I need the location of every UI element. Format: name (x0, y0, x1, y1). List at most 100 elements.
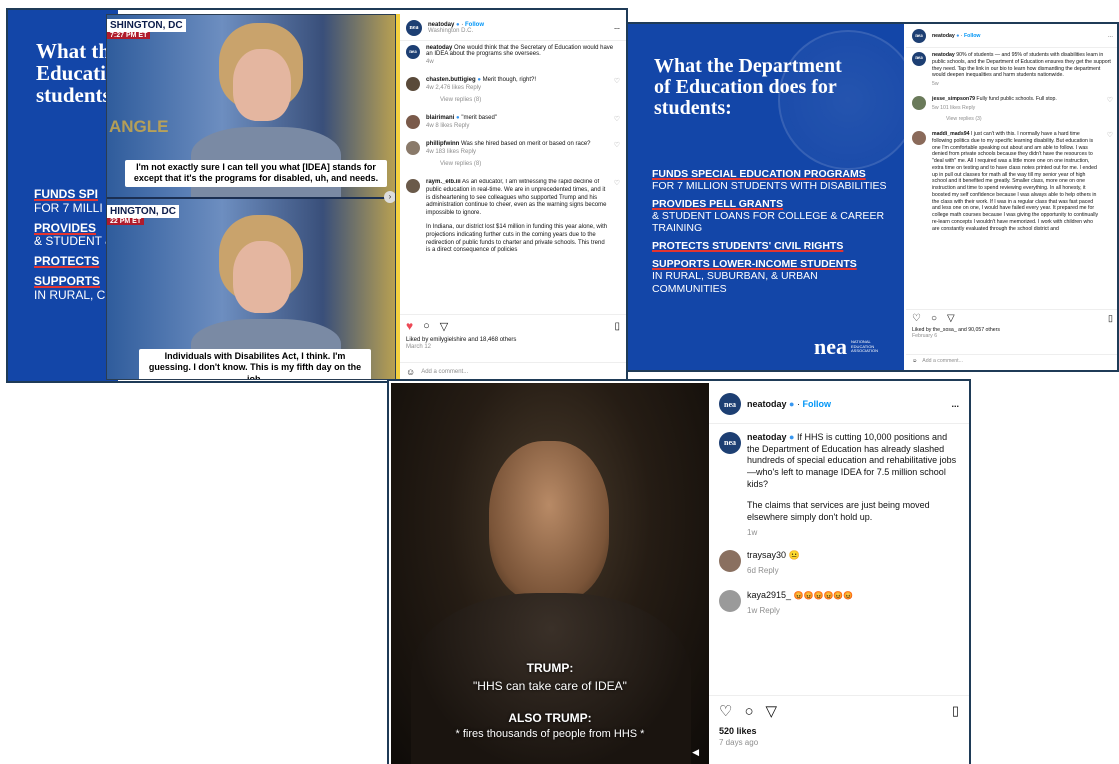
post-actions: ♥ ○ ▽ ▯ Liked by emilygielshire and 18,4… (400, 314, 626, 354)
profile-avatar[interactable] (406, 179, 420, 193)
post-actions: ♡ ○ ▽ ▯ 520 likes 7 days ago (709, 695, 969, 753)
like-icon[interactable]: ♡ (719, 702, 732, 720)
share-icon[interactable]: ▽ (766, 702, 778, 720)
verified-icon: ● (956, 33, 960, 39)
profile-avatar[interactable]: nea (406, 20, 422, 36)
emoji-icon[interactable]: ☺ (912, 358, 917, 364)
profile-avatar[interactable] (406, 115, 420, 129)
comment-meta: 4w (426, 59, 434, 65)
post-sidebar: nea neatoday ● · Follow Washington D.C. … (400, 14, 626, 381)
more-options-icon[interactable]: ... (951, 399, 959, 409)
comment-user[interactable]: phillipfwinn (426, 141, 459, 147)
video-overlay-text: TRUMP: "HHS can take care of IDEA" ALSO … (391, 661, 709, 740)
comment-text: Was she hired based on merit or based on… (461, 141, 591, 147)
add-comment-row: ☺ Add a comment... (906, 354, 1117, 367)
comment-item: raym._elb.iii As an educator, I am witne… (406, 179, 620, 267)
profile-avatar[interactable]: nea (406, 45, 420, 59)
view-replies[interactable]: View replies (8) (440, 161, 608, 167)
bullet-head: PROVIDES PELL GRANTS (652, 198, 784, 211)
more-options-icon[interactable]: … (1108, 33, 1113, 39)
more-options-icon[interactable]: … (614, 25, 620, 31)
bookmark-icon[interactable]: ▯ (614, 321, 620, 332)
edu-graphic: What the Department of Education does fo… (628, 24, 904, 370)
username[interactable]: neatoday (747, 399, 787, 409)
profile-avatar[interactable] (719, 550, 741, 573)
video-frame-bottom: HINGTON, DC 22 PM ET Individuals with Di… (107, 199, 395, 379)
comment-meta: 1w Reply (747, 605, 780, 615)
like-comment-icon[interactable]: ♡ (1107, 131, 1113, 263)
comment-text: Merit though, right?! (482, 77, 537, 83)
comment-meta: 5w (932, 81, 939, 87)
bullet-body: FOR 7 MILLION STUDENTS WITH DISABILITIES (652, 180, 887, 193)
comment-text: Fully fund public schools. Full stop. (976, 95, 1057, 102)
add-comment-input[interactable]: Add a comment... (421, 369, 468, 375)
comment-item: maddi_mads94 I just can't with this. I n… (912, 131, 1113, 263)
comment-user[interactable]: jesse_simpson79 (932, 96, 975, 102)
bullet-head: PROTECTS (34, 254, 100, 269)
caption-comment: nea neatoday One would think that the Se… (406, 45, 620, 65)
comment-icon[interactable]: ○ (744, 703, 753, 720)
overlay-line: * fires thousands of people from HHS * (455, 728, 645, 740)
comment-icon[interactable]: ○ (931, 313, 937, 324)
profile-avatar[interactable]: nea (912, 29, 926, 43)
comment-text: "merit based" (461, 115, 497, 121)
location[interactable]: Washington D.C. (428, 28, 608, 34)
emoji-icon[interactable]: ☺ (406, 367, 415, 377)
username[interactable]: neatoday (932, 33, 955, 39)
profile-avatar[interactable] (912, 131, 926, 145)
post-date: 7 days ago (719, 738, 759, 747)
comment-meta: 4w 8 likes Reply (426, 123, 470, 129)
comment-user[interactable]: neatoday (747, 432, 787, 442)
bullet-item: FUNDS SPECIAL EDUCATION PROGRAMS FOR 7 MI… (652, 168, 892, 192)
profile-avatar[interactable] (912, 95, 926, 110)
comment-item: blairimani ● "merit based" 4w 8 likes Rep… (406, 115, 620, 129)
liked-heart-icon[interactable]: ♥ (406, 319, 413, 333)
mute-icon[interactable]: ◀ (692, 747, 699, 758)
like-icon[interactable]: ♡ (912, 313, 921, 324)
share-icon[interactable]: ▽ (440, 320, 448, 333)
profile-avatar[interactable]: nea (719, 393, 741, 415)
comment-user[interactable]: chasten.buttigieg (426, 77, 476, 83)
view-replies[interactable]: View replies (3) (946, 116, 1101, 123)
comment-text: 😐 (788, 550, 800, 561)
view-replies[interactable]: View replies (8) (440, 97, 608, 103)
comment-user[interactable]: blairimani (426, 115, 454, 121)
like-comment-icon[interactable]: ♡ (614, 115, 620, 129)
logo-text: nea (814, 334, 847, 359)
location-chyron: HINGTON, DC (107, 205, 179, 218)
comment-icon[interactable]: ○ (423, 320, 430, 332)
like-comment-icon[interactable]: ♡ (614, 77, 620, 103)
like-comment-icon[interactable]: ♡ (614, 141, 620, 167)
bullet-item: SUPPORTS LOWER-INCOME STUDENTS IN RURAL, … (652, 258, 892, 294)
comment-user[interactable]: traysay30 (747, 550, 786, 560)
interview-video[interactable]: ANGLE SHINGTON, DC 7:27 PM ET I'm not ex… (106, 14, 396, 380)
next-arrow-icon[interactable]: › (384, 191, 395, 203)
like-comment-icon[interactable]: ♡ (614, 179, 620, 267)
liked-by[interactable]: Liked by emilygielshire and 18,468 other… (406, 337, 620, 343)
profile-avatar[interactable] (719, 590, 741, 613)
like-count[interactable]: 520 likes (719, 726, 959, 736)
bookmark-icon[interactable]: ▯ (1108, 313, 1113, 324)
comment-meta: 6d Reply (747, 565, 779, 575)
graphic-bullets: FUNDS SPECIAL EDUCATION PROGRAMS FOR 7 MI… (652, 168, 892, 295)
follow-button[interactable]: Follow (964, 33, 980, 39)
post-panel-idea-interview: What the Department of Education does fo… (6, 8, 628, 383)
comment-user[interactable]: maddi_mads94 (932, 131, 969, 137)
share-icon[interactable]: ▽ (947, 313, 955, 324)
comment-user[interactable]: raym._elb.iii (426, 179, 461, 185)
profile-avatar[interactable]: nea (719, 432, 741, 454)
bullet-head: PROTECTS STUDENTS' CIVIL RIGHTS (652, 240, 844, 253)
profile-avatar[interactable]: nea (912, 52, 926, 66)
add-comment-input[interactable]: Add a comment... (922, 358, 963, 364)
caption-comment: nea neatoday 90% of students — and 95% o… (912, 52, 1113, 88)
profile-avatar[interactable] (406, 77, 420, 91)
like-comment-icon[interactable]: ♡ (1107, 96, 1113, 123)
comment-user[interactable]: neatoday (932, 52, 955, 58)
location-chyron: SHINGTON, DC (107, 19, 186, 32)
profile-avatar[interactable] (406, 141, 420, 155)
bullet-item: PROVIDES PELL GRANTS & STUDENT LOANS FOR … (652, 198, 892, 234)
bookmark-icon[interactable]: ▯ (952, 703, 959, 719)
movie-clip-video[interactable]: TRUMP: "HHS can take care of IDEA" ALSO … (391, 383, 709, 764)
follow-button[interactable]: Follow (802, 399, 831, 409)
comment-user[interactable]: kaya2915_ (747, 590, 791, 600)
